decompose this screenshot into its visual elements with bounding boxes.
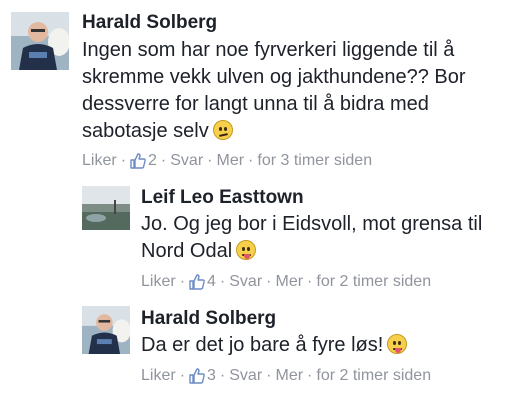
- avatar-photo: [11, 12, 69, 70]
- like-count[interactable]: 2: [148, 152, 157, 169]
- separator: ·: [219, 273, 226, 290]
- comment-text-line: Nord Odal: [141, 238, 482, 265]
- comment-text-line-content: Nord Odal: [141, 240, 233, 262]
- comment-actions: Liker · 4 · Svar · Mer · for 2 timer siden: [141, 272, 431, 292]
- timestamp[interactable]: for 2 timer siden: [316, 273, 431, 290]
- avatar-photo: [82, 306, 130, 354]
- separator: ·: [179, 273, 186, 290]
- tongue-face-emoji: [387, 334, 408, 354]
- comment-text-line: dessverre for langt unna til å bidra med: [82, 93, 429, 115]
- comment-text: Da er det jo bare å fyre løs!: [141, 332, 408, 359]
- separator: ·: [266, 273, 272, 290]
- thumbs-up-icon: [189, 274, 205, 290]
- more-link[interactable]: Mer: [275, 367, 303, 384]
- avatar[interactable]: [82, 186, 130, 230]
- avatar[interactable]: [11, 12, 69, 70]
- separator: ·: [160, 152, 167, 169]
- like-link[interactable]: Liker: [141, 273, 176, 290]
- like-link[interactable]: Liker: [82, 152, 117, 169]
- tongue-face-emoji: [236, 240, 257, 260]
- separator: ·: [307, 273, 313, 290]
- avatar-photo: [82, 186, 130, 230]
- separator: ·: [207, 152, 213, 169]
- comment-actions: Liker · 2 · Svar · Mer · for 3 timer siden: [82, 151, 372, 171]
- more-link[interactable]: Mer: [275, 273, 303, 290]
- comment-text-line-content: sabotasje selv: [82, 120, 209, 142]
- like-count[interactable]: 4: [207, 273, 216, 290]
- reply-link[interactable]: Svar: [229, 273, 262, 290]
- comment-text-line: Ingen som har noe fyrverkeri liggende ti…: [82, 39, 455, 61]
- confused-face-emoji: [212, 120, 233, 140]
- separator: ·: [266, 367, 272, 384]
- comment-text-line: Da er det jo bare å fyre løs!: [141, 332, 408, 359]
- separator: ·: [219, 367, 226, 384]
- separator: ·: [307, 367, 313, 384]
- timestamp[interactable]: for 3 timer siden: [257, 152, 372, 169]
- thumbs-up-icon: [130, 153, 146, 169]
- comment-author[interactable]: Harald Solberg: [82, 12, 217, 34]
- avatar[interactable]: [82, 306, 130, 354]
- reply-link[interactable]: Svar: [170, 152, 203, 169]
- thumbs-up-icon: [189, 368, 205, 384]
- comment-text: Jo. Og jeg bor i Eidsvoll, mot grensa ti…: [141, 211, 482, 265]
- comment-text-line: Jo. Og jeg bor i Eidsvoll, mot grensa ti…: [141, 213, 483, 235]
- like-count[interactable]: 3: [207, 367, 216, 384]
- comment-text-line: sabotasje selv: [82, 118, 466, 145]
- separator: ·: [120, 152, 127, 169]
- like-link[interactable]: Liker: [141, 367, 176, 384]
- comment-text-line: skremme vekk ulven og jakthundene?? Bor: [82, 66, 466, 88]
- separator: ·: [179, 367, 186, 384]
- separator: ·: [248, 152, 254, 169]
- timestamp[interactable]: for 2 timer siden: [316, 367, 431, 384]
- more-link[interactable]: Mer: [216, 152, 244, 169]
- comment-text: Ingen som har noe fyrverkeri liggende ti…: [82, 37, 466, 145]
- comment-text-line-content: Da er det jo bare å fyre løs!: [141, 334, 384, 356]
- reply-link[interactable]: Svar: [229, 367, 262, 384]
- comment-author[interactable]: Leif Leo Easttown: [141, 187, 304, 209]
- comment-actions: Liker · 3 · Svar · Mer · for 2 timer siden: [141, 366, 431, 386]
- comment-author[interactable]: Harald Solberg: [141, 308, 276, 330]
